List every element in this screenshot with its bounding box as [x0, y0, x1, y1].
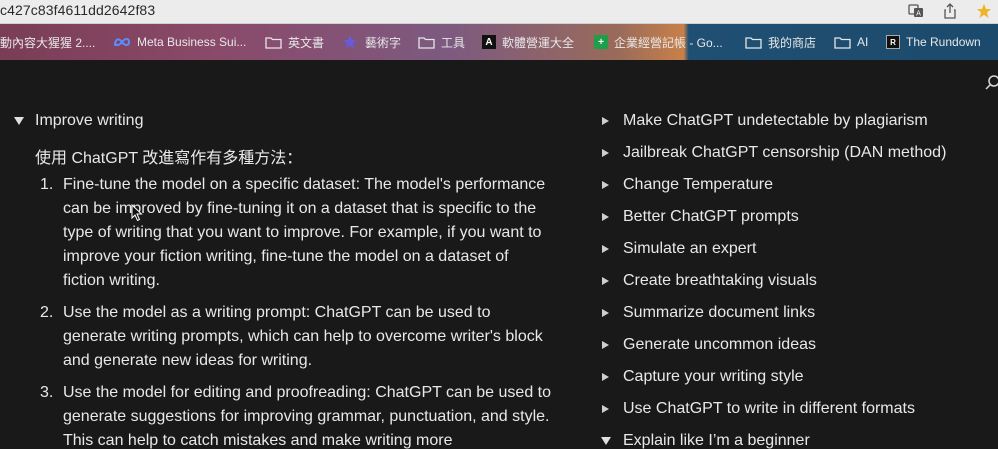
star-icon	[343, 35, 357, 49]
folder-icon	[834, 36, 851, 49]
toggle-item[interactable]: Generate uncommon ideas	[623, 336, 816, 354]
toggle-closed-icon[interactable]	[602, 405, 609, 413]
toggle-closed-icon[interactable]	[602, 213, 609, 221]
bookmark-item[interactable]: 動內容大猩猩 2....	[0, 24, 95, 60]
toggle-item[interactable]: Make ChatGPT undetectable by plagiarism	[623, 112, 928, 130]
toggle-item[interactable]: Capture your writing style	[623, 368, 804, 386]
bookmark-label: 藝術字	[365, 35, 402, 50]
toggle-item[interactable]: Use ChatGPT to write in different format…	[623, 400, 915, 418]
bookmark-item[interactable]: 藝術字	[341, 24, 401, 60]
translate-icon[interactable]: A	[908, 3, 924, 19]
bookmark-label: The Rundown	[906, 35, 981, 49]
share-icon[interactable]	[942, 3, 958, 19]
list-number: 1.	[40, 176, 54, 193]
page-content: Improve writing 使用 ChatGPT 改進寫作有多種方法： 1.…	[0, 60, 998, 449]
toggle-item[interactable]: Change Temperature	[623, 176, 773, 194]
folder-icon	[265, 36, 282, 49]
list-item: Fine-tune the model on a specific datase…	[63, 176, 546, 289]
svg-text:A: A	[916, 10, 921, 18]
toggle-item[interactable]: Jailbreak ChatGPT censorship (DAN method…	[623, 144, 946, 162]
bookmark-item[interactable]: AI	[834, 24, 868, 60]
list-item: Use the model for editing and proofreadi…	[63, 384, 552, 449]
bookmark-label: 企業經營記帳 - Go...	[614, 35, 723, 50]
bookmark-item[interactable]: R The Rundown	[886, 24, 981, 60]
toggle-closed-icon[interactable]	[602, 245, 609, 253]
bookmark-item[interactable]: 我的商店	[745, 24, 816, 60]
bookmark-item[interactable]: 英文書	[265, 24, 324, 60]
toggle-closed-icon[interactable]	[602, 373, 609, 381]
toggle-item[interactable]: Explain like I’m a beginner	[623, 432, 810, 449]
bookmark-label: 工具	[441, 35, 466, 50]
bookmark-item[interactable]: Meta Business Sui...	[113, 24, 246, 60]
list-item: Use the model as a writing prompt: ChatG…	[63, 304, 543, 369]
bookmark-label: 軟體營運大全	[502, 35, 575, 50]
toggle-closed-icon[interactable]	[602, 149, 609, 157]
list-number: 3.	[40, 384, 54, 401]
bookmark-label: AI	[857, 35, 869, 49]
r-square-icon: R	[886, 35, 900, 49]
toggle-title-improve-writing[interactable]: Improve writing	[35, 112, 143, 130]
a-square-icon: A	[482, 35, 496, 49]
bookmarks-bar: 動內容大猩猩 2.... Meta Business Sui... 英文書 藝術…	[0, 24, 998, 60]
folder-icon	[745, 36, 762, 49]
folder-icon	[418, 36, 435, 49]
bookmark-item[interactable]: + 企業經營記帳 - Go...	[594, 24, 723, 60]
toggle-closed-icon[interactable]	[602, 181, 609, 189]
toggle-item[interactable]: Summarize document links	[623, 304, 815, 322]
bookmark-item[interactable]: A 軟體營運大全	[482, 24, 574, 60]
bookmark-label: 我的商店	[768, 35, 817, 50]
toggle-item[interactable]: Better ChatGPT prompts	[623, 208, 799, 226]
url-text[interactable]: c427c83f4611dd2642f83	[0, 2, 155, 18]
meta-icon	[114, 38, 131, 47]
bookmark-item[interactable]: 工具	[418, 24, 465, 60]
bookmark-label: 動內容大猩猩 2....	[0, 35, 96, 50]
toggle-closed-icon[interactable]	[602, 309, 609, 317]
address-bar[interactable]: c427c83f4611dd2642f83 A	[0, 0, 998, 24]
sheets-icon: +	[594, 35, 608, 49]
search-icon[interactable]	[985, 74, 998, 95]
toggle-item[interactable]: Create breathtaking visuals	[623, 272, 817, 290]
bookmark-label: Meta Business Sui...	[137, 35, 247, 49]
address-bar-actions: A	[908, 3, 992, 19]
list-number: 2.	[40, 304, 54, 321]
toggle-open-icon[interactable]	[601, 437, 611, 445]
intro-text: 使用 ChatGPT 改進寫作有多種方法：	[35, 150, 303, 167]
toggle-closed-icon[interactable]	[602, 341, 609, 349]
mouse-cursor-icon	[131, 203, 143, 227]
toggle-item[interactable]: Simulate an expert	[623, 240, 756, 258]
toggle-open-icon[interactable]	[14, 117, 24, 125]
bookmark-label: 英文書	[288, 35, 325, 50]
toggle-closed-icon[interactable]	[602, 277, 609, 285]
toggle-closed-icon[interactable]	[602, 117, 609, 125]
bookmark-star-icon[interactable]	[976, 3, 992, 19]
